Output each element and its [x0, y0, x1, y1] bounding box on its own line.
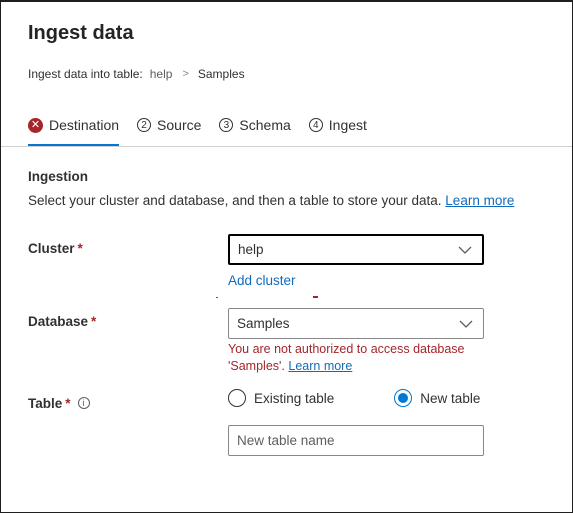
breadcrumb-cluster: help [149, 67, 173, 81]
error-learn-more-link[interactable]: Learn more [288, 359, 352, 373]
database-label-text: Database [28, 314, 89, 329]
radio-circle[interactable] [228, 389, 246, 407]
section-description: Select your cluster and database, and th… [28, 193, 514, 208]
tab-label: Schema [239, 117, 291, 133]
artifact-mark [216, 297, 218, 298]
chevron-right-icon: > [182, 68, 189, 80]
tab-divider [1, 146, 572, 147]
database-label: Database * [28, 314, 96, 329]
tab-label: Source [157, 117, 202, 133]
cluster-label: Cluster * [28, 241, 83, 256]
required-marker: * [77, 241, 83, 256]
database-dropdown[interactable]: Samples [228, 308, 484, 339]
step-number-icon: 2 [137, 118, 152, 132]
required-marker: * [91, 314, 97, 329]
wizard-tabs: ✕ Destination 2 Source 3 Schema 4 Ingest [28, 114, 385, 146]
existing-table-radio[interactable]: Existing table [228, 389, 334, 407]
step-number-icon: 3 [219, 118, 234, 132]
add-cluster-link[interactable]: Add cluster [228, 273, 296, 288]
error-icon: ✕ [28, 117, 43, 133]
tab-source[interactable]: 2 Source [137, 114, 201, 136]
chevron-down-icon [458, 246, 472, 254]
required-marker: * [65, 396, 71, 411]
table-label: Table * i [28, 396, 90, 411]
description-text: Select your cluster and database, and th… [28, 193, 442, 208]
artifact-mark [313, 296, 318, 298]
table-label-text: Table [28, 396, 63, 411]
tab-schema[interactable]: 3 Schema [219, 114, 291, 136]
section-title: Ingestion [28, 169, 88, 184]
new-table-radio[interactable]: New table [394, 389, 480, 407]
radio-circle[interactable] [394, 389, 413, 407]
step-number-icon: 4 [308, 118, 323, 132]
tab-label: Destination [49, 117, 120, 133]
info-icon[interactable]: i [77, 397, 90, 410]
cluster-label-text: Cluster [28, 241, 75, 256]
learn-more-link[interactable]: Learn more [445, 193, 514, 208]
breadcrumb: Ingest data into table: help > Samples [28, 67, 245, 81]
tab-label: Ingest [328, 117, 367, 133]
radio-label: Existing table [254, 390, 335, 406]
radio-label: New table [420, 390, 481, 406]
tab-ingest[interactable]: 4 Ingest [308, 114, 367, 136]
breadcrumb-label: Ingest data into table: [28, 67, 143, 81]
database-error-message: You are not authorized to access databas… [228, 341, 468, 375]
database-value: Samples [237, 316, 290, 331]
table-type-radio-group: Existing table New table [228, 389, 480, 407]
tab-destination[interactable]: ✕ Destination [28, 114, 120, 146]
chevron-down-icon [459, 320, 473, 328]
new-table-name-input[interactable] [228, 425, 484, 456]
breadcrumb-database: Samples [197, 67, 245, 81]
cluster-dropdown[interactable]: help [228, 234, 484, 265]
page-title: Ingest data [28, 22, 134, 44]
cluster-value: help [238, 242, 264, 257]
